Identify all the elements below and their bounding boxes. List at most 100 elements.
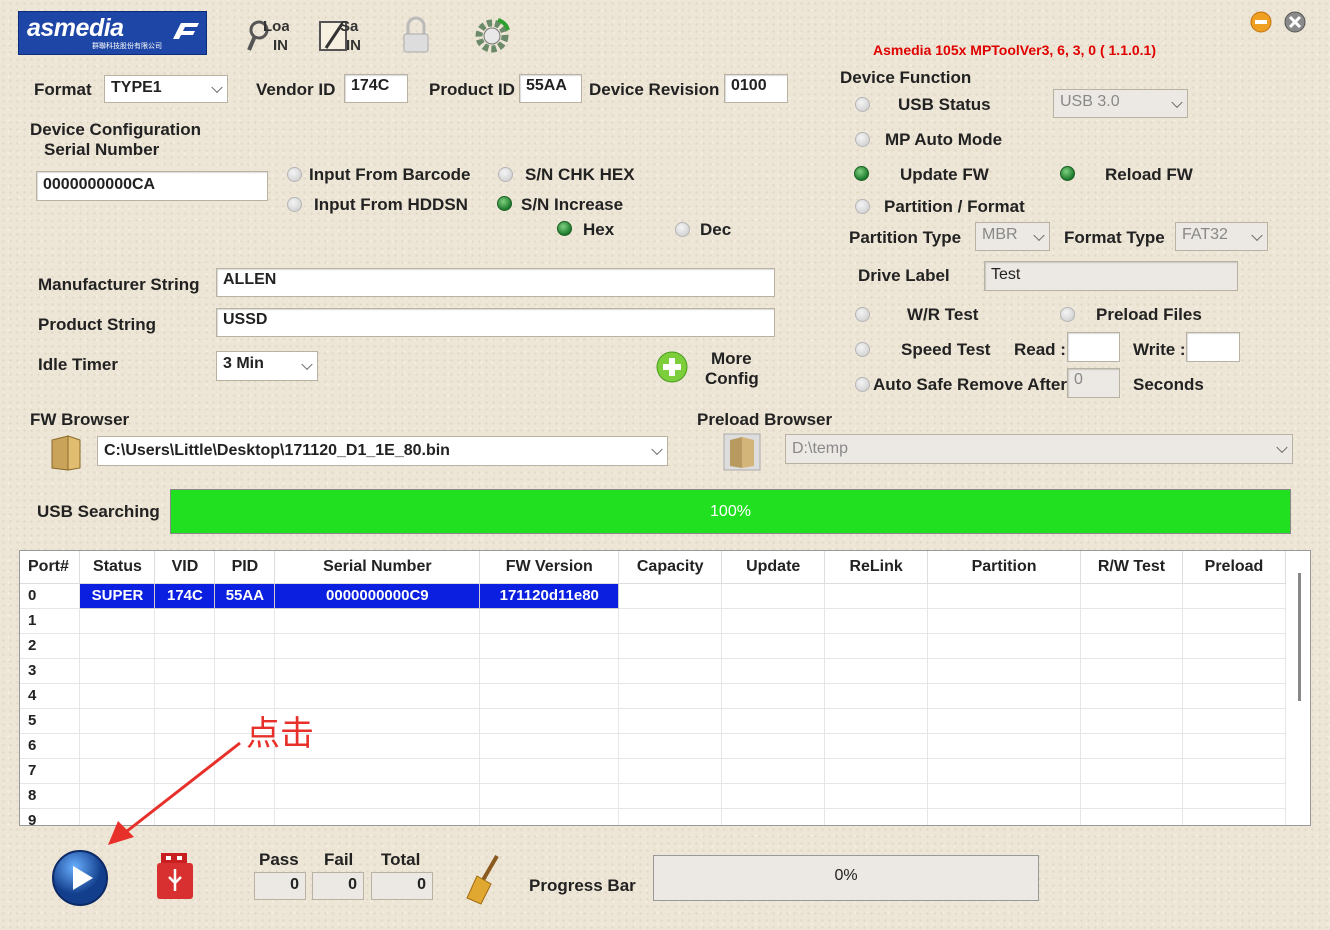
start-button[interactable] — [51, 849, 109, 907]
table-cell — [479, 683, 620, 709]
usb-drive-icon[interactable] — [155, 851, 195, 901]
table-cell — [1080, 683, 1183, 709]
broom-icon[interactable] — [463, 854, 503, 906]
device-revision-input[interactable]: 0100 — [724, 74, 788, 103]
read-label: Read : — [1014, 340, 1066, 359]
col-pid[interactable]: PID — [214, 551, 276, 584]
col-vid[interactable]: VID — [154, 551, 216, 584]
input-barcode-radio[interactable] — [287, 167, 302, 182]
table-cell — [618, 758, 723, 784]
table-cell — [79, 708, 156, 734]
preload-files-radio[interactable] — [1060, 307, 1075, 322]
reload-fw-radio[interactable] — [1060, 166, 1075, 181]
usb-searching-label: USB Searching — [37, 502, 160, 521]
idle-timer-select[interactable]: 3 Min — [216, 351, 318, 381]
table-row[interactable]: 4 — [20, 683, 1287, 709]
table-cell — [1182, 758, 1287, 784]
table-cell — [274, 658, 481, 684]
hex-radio[interactable] — [557, 221, 572, 236]
usb-status-radio[interactable] — [855, 97, 870, 112]
table-cell — [1182, 708, 1287, 734]
dec-radio[interactable] — [675, 222, 690, 237]
table-cell — [927, 633, 1082, 659]
save-ini-icon: Sa IN — [319, 18, 361, 54]
load-ini-button[interactable]: Loa IN — [245, 14, 290, 58]
lock-icon — [403, 16, 429, 53]
table-cell — [927, 658, 1082, 684]
col-rw-test[interactable]: R/W Test — [1080, 551, 1183, 584]
col-update[interactable]: Update — [721, 551, 826, 584]
table-cell — [824, 583, 929, 609]
usb-status-label: USB Status — [898, 95, 991, 114]
drive-label-input[interactable]: Test — [984, 261, 1238, 291]
product-id-label: Product ID — [429, 80, 515, 99]
usb-status-select[interactable]: USB 3.0 — [1053, 89, 1188, 118]
table-cell — [721, 808, 826, 825]
gear-icon — [475, 18, 510, 53]
table-cell — [479, 783, 620, 809]
table-cell: 8 — [20, 783, 81, 809]
mp-auto-radio[interactable] — [855, 132, 870, 147]
table-cell: 5 — [20, 708, 81, 734]
table-row[interactable]: 1 — [20, 608, 1287, 634]
table-row[interactable]: 0 SUPER 174C 55AA 0000000000C9 171120d11e80 — [20, 582, 1287, 609]
serial-number-input[interactable]: 0000000000CA — [36, 171, 268, 201]
col-port[interactable]: Port# — [20, 551, 81, 584]
wr-test-radio[interactable] — [855, 307, 870, 322]
col-fw-version[interactable]: FW Version — [479, 551, 620, 584]
table-cell — [824, 808, 929, 825]
table-cell: 3 — [20, 658, 81, 684]
col-status[interactable]: Status — [79, 551, 156, 584]
manufacturer-input[interactable]: ALLEN — [216, 268, 775, 297]
table-row[interactable]: 5 — [20, 708, 1287, 734]
speed-test-radio[interactable] — [855, 342, 870, 357]
partition-format-radio[interactable] — [855, 199, 870, 214]
input-hdd-radio[interactable] — [287, 197, 302, 212]
logo-mark-icon — [173, 23, 199, 39]
lock-button[interactable] — [397, 14, 441, 58]
table-cell — [927, 733, 1082, 759]
fw-browser-label: FW Browser — [30, 410, 130, 429]
table-cell — [1080, 808, 1183, 825]
write-input[interactable] — [1186, 332, 1240, 362]
format-value: TYPE1 — [111, 79, 162, 96]
col-partition[interactable]: Partition — [927, 551, 1082, 584]
product-string-input[interactable]: USSD — [216, 308, 775, 337]
device-revision-value: 0100 — [731, 77, 767, 94]
col-relink[interactable]: ReLink — [824, 551, 929, 584]
auto-safe-radio[interactable] — [855, 377, 870, 392]
save-ini-button[interactable]: Sa IN — [318, 14, 362, 58]
minimize-icon[interactable] — [1249, 10, 1273, 34]
more-config-button[interactable]: More Config — [655, 349, 765, 391]
preload-folder-icon[interactable] — [722, 432, 762, 472]
preload-files-label: Preload Files — [1096, 305, 1202, 324]
partition-type-select[interactable]: MBR — [975, 222, 1050, 251]
col-preload[interactable]: Preload — [1182, 551, 1287, 584]
format-type-select[interactable]: FAT32 — [1175, 222, 1268, 251]
vendor-id-input[interactable]: 174C — [344, 74, 408, 103]
table-row[interactable]: 3 — [20, 658, 1287, 684]
table-cell — [214, 608, 276, 634]
table-cell: 0000000000C9 — [274, 582, 481, 609]
serial-number-label: Serial Number — [44, 140, 160, 159]
read-input[interactable] — [1067, 332, 1120, 362]
col-serial[interactable]: Serial Number — [274, 551, 481, 584]
format-select[interactable]: TYPE1 — [104, 75, 228, 103]
table-row[interactable]: 2 — [20, 633, 1287, 659]
sn-increase-radio[interactable] — [497, 196, 512, 211]
preload-path-select[interactable]: D:\temp — [785, 434, 1293, 464]
product-id-input[interactable]: 55AA — [519, 74, 582, 103]
table-cell — [721, 783, 826, 809]
table-cell — [824, 608, 929, 634]
table-cell — [618, 658, 723, 684]
auto-safe-input[interactable]: 0 — [1067, 368, 1120, 398]
table-scrollbar[interactable] — [1298, 573, 1301, 701]
sn-chk-hex-radio[interactable] — [498, 167, 513, 182]
fw-path-select[interactable]: C:\Users\Little\Desktop\171120_D1_1E_80.… — [97, 436, 668, 466]
update-fw-radio[interactable] — [854, 166, 869, 181]
table-cell — [154, 633, 216, 659]
close-icon[interactable] — [1283, 10, 1307, 34]
settings-button[interactable] — [472, 14, 516, 58]
col-capacity[interactable]: Capacity — [618, 551, 723, 584]
fw-folder-icon[interactable] — [48, 434, 84, 472]
